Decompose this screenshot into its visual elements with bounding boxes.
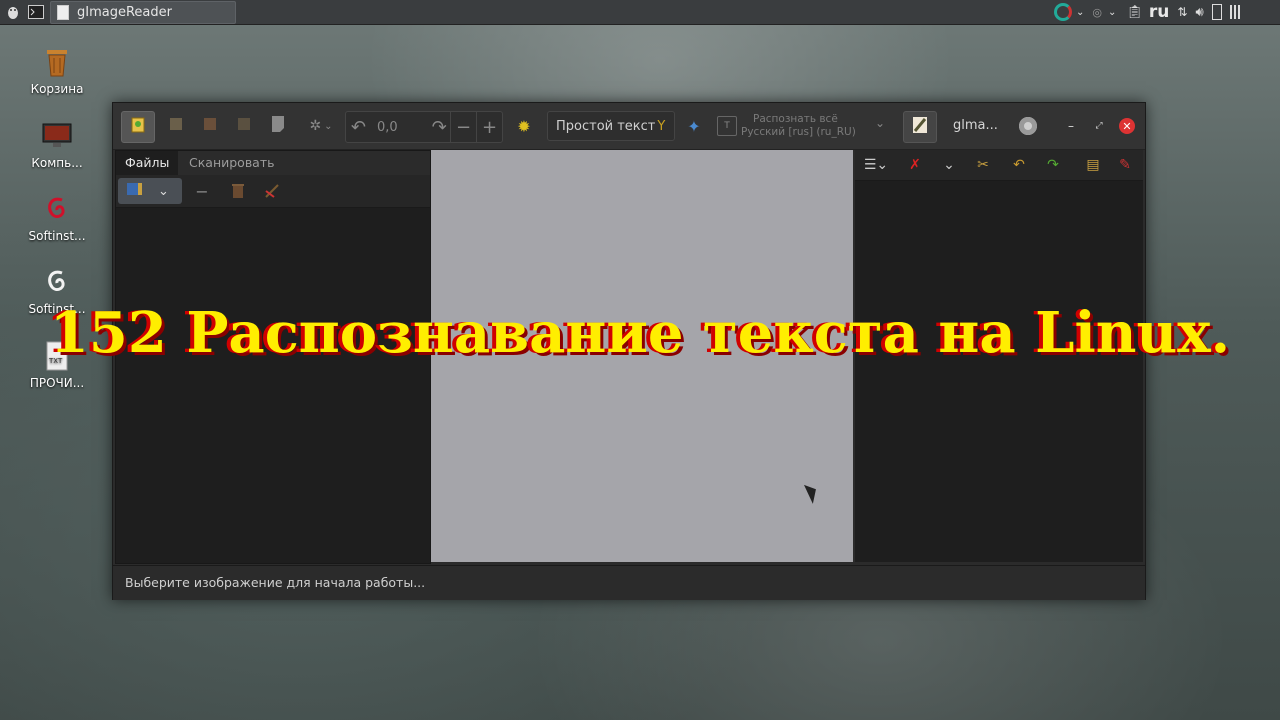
find-replace-icon[interactable]: ✂ — [971, 153, 995, 177]
network-wifi-icon[interactable]: ⇅ — [1177, 5, 1187, 19]
close-icon: ✕ — [1122, 119, 1132, 133]
clear-button[interactable] — [263, 111, 293, 141]
magic-wand-icon: ✦ — [687, 116, 701, 136]
computer-icon — [41, 120, 73, 152]
output-mode-select[interactable]: Простой текст Y — [547, 111, 675, 141]
magic-wand-button[interactable]: ✦ — [679, 111, 709, 141]
delete-trash-icon[interactable] — [226, 179, 250, 203]
undo-icon[interactable]: ↶ — [1007, 153, 1031, 177]
desktop-icon-computer[interactable]: Компь... — [17, 120, 97, 170]
edit-pencil-icon — [912, 116, 928, 138]
circle-indicator-icon[interactable]: ◎ — [1092, 6, 1102, 19]
keyboard-layout-indicator[interactable]: ru — [1149, 2, 1170, 22]
rotation-spinner[interactable]: ↶ 0,0 ↷ − + — [345, 111, 503, 143]
chevron-down-icon: ⌄ — [158, 183, 169, 199]
paste-image-button[interactable] — [229, 111, 259, 141]
output-toolbar: ☰⌄ ✗ ⌄ ✂ ↶ ↷ ▤ ✎ — [855, 150, 1143, 181]
debian-swirl-icon — [41, 266, 73, 298]
battery-icon[interactable] — [1211, 4, 1222, 20]
desktop-icon-trash[interactable]: Корзина — [17, 46, 97, 96]
network-icon[interactable] — [1054, 3, 1072, 21]
rotate-left-icon[interactable]: ↶ — [346, 112, 371, 142]
desktop-icon-label: Компь... — [31, 156, 83, 170]
close-button[interactable]: ✕ — [1119, 118, 1135, 134]
rotation-value[interactable]: 0,0 — [371, 120, 429, 135]
volume-icon[interactable]: 🔊︎ — [1195, 5, 1203, 20]
insert-mode-icon[interactable]: ☰⌄ — [861, 153, 891, 177]
bug-icon: ✲ — [309, 118, 322, 134]
files-toolbar: ⌄ − — [116, 175, 430, 208]
strip-linebreaks-icon[interactable]: ✗ — [903, 153, 927, 177]
desktop-icon-softinstall[interactable]: Softinst... — [17, 193, 97, 243]
sun-settings-icon: ✹ — [517, 116, 531, 136]
chevron-down-icon[interactable]: ⌄ — [937, 153, 961, 177]
image-controls-button[interactable]: ✹ — [509, 111, 539, 141]
minimize-icon: – — [1068, 119, 1074, 133]
page-icon — [270, 115, 286, 137]
remove-icon[interactable]: − — [190, 179, 214, 203]
maximize-button[interactable]: ⤢ — [1091, 118, 1107, 134]
minimize-button[interactable]: – — [1063, 118, 1079, 134]
menu-icon[interactable] — [4, 3, 22, 21]
tab-files[interactable]: Файлы — [116, 151, 179, 177]
status-bar: Выберите изображение для начала работы..… — [113, 565, 1145, 600]
recognize-all-label: Распознать всё — [753, 113, 838, 125]
taskbar-window-title: gImageReader — [77, 5, 172, 20]
window-title: glma... — [953, 118, 998, 133]
text-recognize-icon: T — [717, 116, 737, 136]
book-icon — [126, 181, 144, 201]
terminal-icon[interactable] — [26, 3, 46, 21]
debian-swirl-icon — [41, 193, 73, 225]
autodetect-layout-button[interactable]: ✲ ⌄ — [303, 111, 339, 141]
screenshot-area-button[interactable] — [195, 111, 225, 141]
settings-gear-icon[interactable] — [1019, 117, 1037, 135]
clipboard-icon[interactable]: 📋︎ — [1126, 5, 1143, 20]
desktop-icon-label: Softinst... — [28, 229, 86, 243]
header-bar: ✲ ⌄ ↶ 0,0 ↷ − + ✹ Простой текст Y ✦ T Рас… — [113, 103, 1145, 150]
recognize-all-button[interactable]: T Распознать всё Русский [rus] (ru_RU) ⌄ — [717, 111, 891, 141]
taskbar-window-button[interactable]: gImageReader — [50, 1, 236, 24]
desktop-icon-label: ПРОЧИ... — [29, 376, 85, 390]
clear-brush-icon[interactable] — [260, 179, 284, 203]
toggle-output-pane-button[interactable] — [903, 111, 937, 143]
chevron-down-icon: ⌄ — [324, 120, 333, 132]
text-cursor-icon: Y — [657, 118, 666, 134]
top-panel: gImageReader ⌄ ◎ ⌄ 📋︎ ru ⇅ 🔊︎ — [0, 0, 1280, 25]
zoom-in-icon[interactable]: + — [476, 112, 502, 142]
camera-area-icon — [201, 115, 219, 137]
maximize-icon: ⤢ — [1095, 121, 1103, 131]
system-tray: ⌄ ◎ ⌄ 📋︎ ru ⇅ 🔊︎ — [1054, 2, 1242, 22]
recognize-language-label: Русский [rus] (ru_RU) — [741, 126, 856, 138]
output-mode-label: Простой текст — [556, 118, 656, 134]
save-output-icon[interactable]: ▤ — [1081, 153, 1105, 177]
trash-icon — [41, 46, 73, 78]
tab-scan[interactable]: Сканировать — [180, 151, 284, 175]
chevron-down-icon[interactable]: ⌄ — [1076, 7, 1084, 18]
document-icon — [57, 5, 69, 20]
video-title-overlay: 152 Распознавание текста на Linux. — [49, 300, 1231, 366]
desktop-icon-label: Корзина — [30, 82, 84, 96]
rotate-right-icon[interactable]: ↷ — [428, 112, 450, 142]
clear-output-icon[interactable]: ✎ — [1113, 153, 1137, 177]
screenshot-button[interactable] — [161, 111, 191, 141]
chevron-down-icon[interactable]: ⌄ — [1108, 7, 1116, 18]
paste-icon — [235, 115, 253, 137]
status-text: Выберите изображение для начала работы..… — [125, 575, 426, 590]
clock-icon[interactable] — [1229, 5, 1242, 19]
open-image-icon — [129, 116, 147, 138]
sources-tabs: Файлы Сканировать — [116, 151, 430, 177]
redo-icon[interactable]: ↷ — [1041, 153, 1065, 177]
camera-icon — [167, 115, 185, 137]
open-image-button[interactable] — [121, 111, 155, 143]
chevron-down-icon[interactable]: ⌄ — [875, 117, 885, 129]
add-images-combo[interactable]: ⌄ — [118, 178, 182, 204]
zoom-out-icon[interactable]: − — [450, 112, 476, 142]
